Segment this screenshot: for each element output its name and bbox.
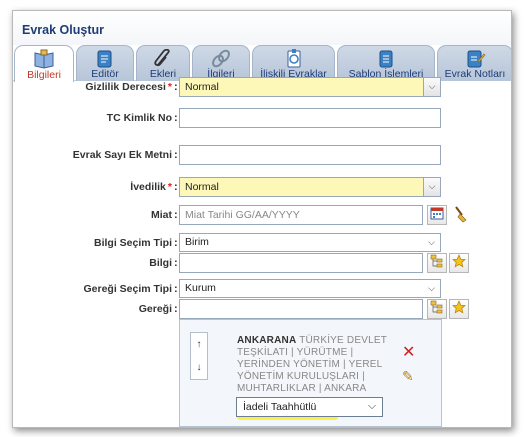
delivery-type-value: İadeli Taahhütlü bbox=[243, 401, 317, 413]
ivedilik-row: İvedilik * : Normal ⌵ bbox=[13, 177, 511, 199]
tc-kimlik-row: TC Kimlik No : bbox=[13, 108, 511, 130]
geregi-secim-label: Gereği Seçim Tipi bbox=[83, 283, 172, 295]
gizlilik-label: Gizlilik Derecesi * bbox=[85, 81, 172, 93]
ivedilik-select[interactable]: Normal ⌵ bbox=[179, 177, 441, 197]
chevron-down-icon: ⌵ bbox=[423, 178, 440, 196]
geregi-input[interactable] bbox=[179, 299, 423, 319]
tab-evrak-notlari[interactable]: Evrak Notları bbox=[437, 45, 511, 81]
tc-kimlik-input[interactable] bbox=[179, 108, 441, 128]
evrak-olustur-window: Evrak Oluştur Bilgileri Editör Ekleri İl… bbox=[12, 10, 512, 428]
chevron-down-icon: ⌵ bbox=[428, 283, 435, 293]
miat-label: Miat bbox=[151, 209, 172, 221]
bilgi-label: Bilgi bbox=[149, 257, 172, 269]
tab-ekleri[interactable]: Ekleri bbox=[136, 45, 190, 81]
bilgi-input[interactable] bbox=[179, 253, 423, 273]
geregi-row: Gereği : bbox=[13, 299, 511, 321]
geregi-secim-select[interactable]: Kurum ⌵ bbox=[179, 279, 441, 298]
tab-bar: Bilgileri Editör Ekleri İlgileri İlişkil… bbox=[13, 45, 511, 82]
tab-editor[interactable]: Editör bbox=[76, 45, 134, 81]
tab-sablon-islemleri[interactable]: Şablon İşlemleri bbox=[337, 45, 435, 81]
bilgi-secim-label: Bilgi Seçim Tipi bbox=[94, 237, 172, 249]
geregi-recipient-panel: ↑ ↓ ANKARANA TÜRKİYE DEVLET TEŞKİLATI | … bbox=[179, 319, 442, 427]
miat-row: Miat : Miat Tarihi GG/AA/YYYY bbox=[13, 205, 511, 227]
gizlilik-select[interactable]: Normal ⌵ bbox=[179, 77, 441, 97]
sayi-ek-row: Evrak Sayı Ek Metni : bbox=[13, 145, 511, 167]
star-favorites-icon[interactable] bbox=[449, 299, 469, 319]
chevron-down-icon: ⌵ bbox=[423, 78, 440, 96]
star-favorites-icon[interactable] bbox=[449, 253, 469, 273]
recipient-name: ANKARANA bbox=[237, 335, 297, 346]
book-icon bbox=[15, 49, 73, 71]
chevron-down-icon: ⌵ bbox=[428, 237, 435, 247]
sayi-ek-input[interactable] bbox=[179, 145, 441, 165]
miat-input[interactable]: Miat Tarihi GG/AA/YYYY bbox=[179, 205, 423, 225]
delivery-type-select[interactable]: İadeli Taahhütlü ⌵ bbox=[236, 397, 383, 417]
tree-select-icon[interactable] bbox=[427, 253, 447, 273]
reorder-arrows: ↑ ↓ bbox=[190, 332, 208, 380]
edit-pencil-icon[interactable]: ✎ bbox=[402, 368, 414, 385]
sayi-ek-label: Evrak Sayı Ek Metni bbox=[72, 149, 172, 161]
bilgi-secim-select[interactable]: Birim ⌵ bbox=[179, 233, 441, 252]
calendar-icon[interactable] bbox=[427, 205, 447, 225]
ivedilik-label: İvedilik * bbox=[130, 181, 172, 193]
clear-broom-icon[interactable] bbox=[451, 205, 471, 225]
bilgi-secim-row: Bilgi Seçim Tipi : Birim ⌵ bbox=[13, 233, 511, 255]
tab-iliskili-evraklar[interactable]: İlişkili Evraklar bbox=[252, 45, 335, 81]
geregi-label: Gereği bbox=[138, 303, 172, 315]
remove-recipient-icon[interactable]: ✕ bbox=[402, 342, 415, 362]
tree-select-icon[interactable] bbox=[427, 299, 447, 319]
recipient-address: ANKARANA TÜRKİYE DEVLET TEŞKİLATI | YÜRÜ… bbox=[237, 335, 393, 395]
gizlilik-row: Gizlilik Derecesi * : Normal ⌵ bbox=[13, 77, 511, 99]
geregi-secim-row: Gereği Seçim Tipi : Kurum ⌵ bbox=[13, 279, 511, 301]
move-down-arrow-icon[interactable]: ↓ bbox=[191, 356, 207, 379]
bilgi-row: Bilgi : bbox=[13, 253, 511, 275]
move-up-arrow-icon[interactable]: ↑ bbox=[191, 333, 207, 356]
window-title: Evrak Oluştur bbox=[22, 23, 104, 37]
chevron-down-icon: ⌵ bbox=[368, 400, 376, 412]
tc-kimlik-label: TC Kimlik No bbox=[106, 112, 172, 124]
title-bar: Evrak Oluştur bbox=[13, 11, 511, 45]
tab-ilgileri[interactable]: İlgileri bbox=[192, 45, 250, 81]
